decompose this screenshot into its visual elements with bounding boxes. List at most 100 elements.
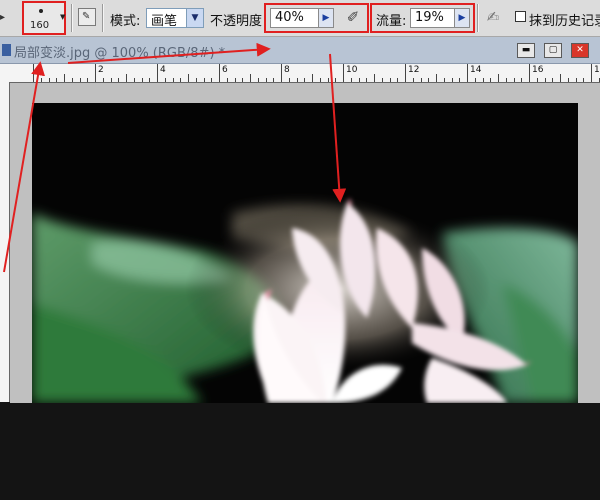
ruler-minor-tick (428, 78, 430, 82)
ruler-minor-tick (397, 78, 399, 82)
ruler-major-tick (281, 64, 282, 82)
document-titlebar: 局部变淡.jpg @ 100% (RGB/8#) * ▬ ▢ ✕ (0, 37, 600, 64)
ruler-label: 10 (346, 65, 358, 75)
ruler-minor-tick (366, 78, 368, 82)
restore-icon: ▢ (548, 45, 558, 55)
mode-select[interactable]: 画笔 ▼ (146, 8, 204, 29)
ruler-minor-tick (195, 78, 197, 82)
history-label: 抹到历史记录 (529, 14, 600, 29)
ruler-minor-tick (180, 78, 182, 82)
ruler-minor-tick (498, 74, 499, 82)
ruler-label: 2 (98, 65, 104, 75)
ruler-minor-tick (265, 78, 267, 82)
brush-dot-icon (39, 9, 43, 13)
ruler-minor-tick (482, 78, 484, 82)
ruler-major-tick (157, 64, 158, 82)
ruler-major-tick (467, 64, 468, 82)
ruler-minor-tick (583, 78, 585, 82)
ruler-minor-tick (474, 78, 476, 82)
ruler-minor-tick (110, 78, 112, 82)
tablet-pressure-icon[interactable]: ✍ (482, 6, 504, 28)
ruler-minor-tick (273, 78, 275, 82)
ruler-minor-tick (188, 74, 189, 82)
ruler-minor-tick (296, 78, 298, 82)
ruler-minor-tick (319, 78, 321, 82)
minimize-button[interactable]: ▬ (517, 43, 535, 58)
ruler-minor-tick (257, 78, 259, 82)
close-button[interactable]: ✕ (571, 43, 589, 58)
ruler-minor-tick (40, 78, 42, 82)
ruler-minor-tick (513, 78, 515, 82)
ruler-minor-tick (412, 78, 414, 82)
ruler-minor-tick (575, 78, 577, 82)
ruler-minor-tick (304, 78, 306, 82)
divider (477, 4, 479, 32)
ruler-minor-tick (312, 74, 313, 82)
dropdown-arrow-icon[interactable]: ▼ (186, 9, 203, 27)
slider-arrow-icon[interactable]: ▶ (318, 9, 333, 27)
ruler-label: 18 (594, 65, 600, 75)
mode-label: 模式: (110, 14, 141, 29)
ruler-minor-tick (350, 78, 352, 82)
ruler-minor-tick (544, 78, 546, 82)
ruler-minor-tick (203, 78, 205, 82)
ruler-minor-tick (164, 78, 166, 82)
brush-panel-icon: ✎ (82, 11, 91, 22)
opacity-field[interactable]: 40% ▶ (270, 8, 334, 28)
ruler-minor-tick (505, 78, 507, 82)
chevron-down-icon: ▼ (60, 13, 66, 21)
ruler-minor-tick (141, 78, 143, 82)
ruler-minor-tick (567, 78, 569, 82)
ruler-label: 0 (36, 65, 42, 75)
mode-value: 画笔 (151, 14, 178, 29)
ruler-minor-tick (79, 78, 81, 82)
divider (102, 4, 104, 32)
slider-arrow-icon[interactable]: ▶ (454, 9, 469, 27)
history-checkbox[interactable] (515, 11, 526, 22)
ruler-minor-tick (211, 78, 213, 82)
lotus-image (32, 103, 578, 403)
ruler-minor-tick (389, 78, 391, 82)
options-bar: ▸ 160 ▼ ✎ 模式: 画笔 ▼ 不透明度 40% ▶ ✐ 流量: 19% … (0, 0, 600, 37)
ruler-major-tick (219, 64, 220, 82)
ruler-minor-tick (521, 78, 523, 82)
ruler-minor-tick (133, 78, 135, 82)
ruler-minor-tick (335, 78, 337, 82)
ruler-minor-tick (172, 78, 174, 82)
lotus-photo[interactable] (32, 103, 578, 403)
toggle-brush-panel-button[interactable]: ✎ (78, 8, 96, 26)
ruler-minor-tick (327, 78, 329, 82)
flow-value: 19% (415, 10, 444, 25)
flow-field[interactable]: 19% ▶ (410, 8, 470, 28)
ruler-minor-tick (118, 78, 120, 82)
restore-button[interactable]: ▢ (544, 43, 562, 58)
ruler-minor-tick (459, 78, 461, 82)
brush-preset-picker[interactable]: 160 ▼ (22, 1, 66, 35)
ruler-major-tick (405, 64, 406, 82)
ruler-label: 12 (408, 65, 420, 75)
ruler-minor-tick (436, 74, 437, 82)
ruler-minor-tick (552, 78, 554, 82)
vertical-ruler (0, 82, 10, 402)
ruler-minor-tick (358, 78, 360, 82)
ruler-minor-tick (48, 78, 50, 82)
ruler-label: 14 (470, 65, 482, 75)
document-icon (2, 44, 11, 56)
ruler-minor-tick (234, 78, 236, 82)
ruler-minor-tick (560, 74, 561, 82)
panel-arrow-icon: ▸ (0, 12, 6, 23)
close-icon: ✕ (576, 45, 584, 55)
airbrush-icon[interactable]: ✐ (342, 6, 364, 28)
ruler-major-tick (343, 64, 344, 82)
ruler-major-tick (529, 64, 530, 82)
ruler-minor-tick (64, 74, 65, 82)
ruler-minor-tick (288, 78, 290, 82)
ruler-minor-tick (420, 78, 422, 82)
ruler-minor-tick (102, 78, 104, 82)
divider (71, 4, 73, 32)
ruler-minor-tick (71, 78, 73, 82)
ruler-minor-tick (443, 78, 445, 82)
minimize-icon: ▬ (521, 45, 531, 55)
ruler-label: 6 (222, 65, 228, 75)
horizontal-ruler: 0 2 4 6 8 10 12 14 16 18 (0, 64, 600, 83)
